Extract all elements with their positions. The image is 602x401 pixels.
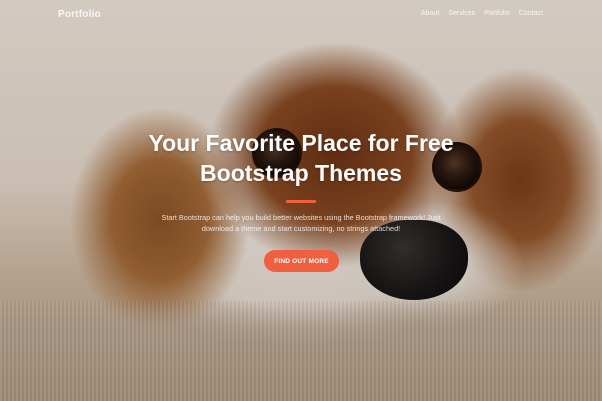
nav-link-contact[interactable]: Contact bbox=[519, 10, 543, 17]
nav-link-portfolio[interactable]: Portfolio bbox=[484, 10, 510, 17]
accent-divider bbox=[286, 200, 316, 203]
hero-lead-line-2: download a theme and start customizing, … bbox=[201, 224, 401, 233]
hero-headline: Your Favorite Place for Free Bootstrap T… bbox=[0, 128, 602, 188]
nav-links: About Services Portfolio Contact bbox=[421, 10, 543, 17]
hero-lead-line-1: Start Bootstrap can help you build bette… bbox=[161, 213, 441, 222]
hero-headline-line-1: Your Favorite Place for Free bbox=[148, 130, 454, 156]
hero-lead-text: Start Bootstrap can help you build bette… bbox=[150, 212, 452, 234]
nav-link-about[interactable]: About bbox=[421, 10, 439, 17]
navbar: Portfolio About Services Portfolio Conta… bbox=[0, 0, 602, 30]
hero-headline-line-2: Bootstrap Themes bbox=[200, 160, 402, 186]
nav-link-services[interactable]: Services bbox=[448, 10, 475, 17]
brand-link[interactable]: Portfolio bbox=[58, 9, 101, 20]
find-out-more-button[interactable]: FIND OUT MORE bbox=[264, 250, 339, 272]
